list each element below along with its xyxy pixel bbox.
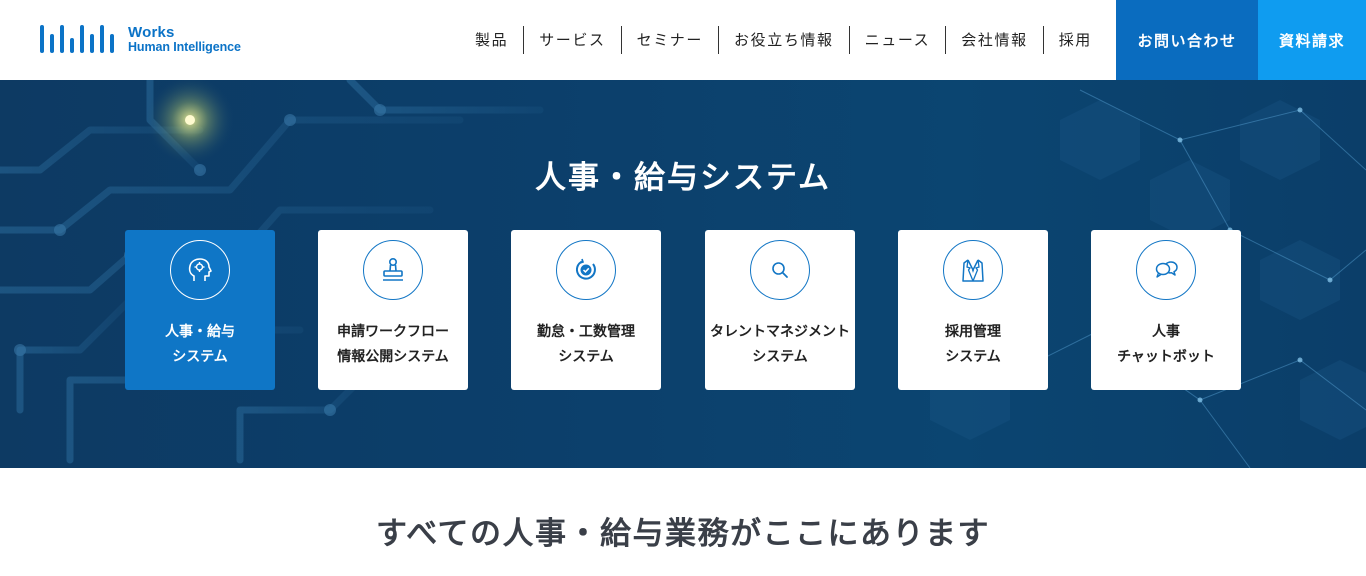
card-label-line1: 採用管理 — [945, 324, 1001, 340]
nav-item-company[interactable]: 会社情報 — [945, 26, 1042, 54]
card-label-line1: 人事・給与 — [165, 324, 235, 340]
brand-name: Works Human Intelligence — [128, 25, 241, 54]
hero-section: 人事・給与システム 人事・給与 システム 申請ワークフロー 情報公開システム 勤… — [0, 80, 1366, 468]
chat-bubbles-icon — [1155, 261, 1178, 278]
category-card-hr-payroll[interactable]: 人事・給与 システム — [125, 230, 275, 390]
category-card-talent[interactable]: タレントマネジメント システム — [705, 230, 855, 390]
logo-mark-icon — [40, 25, 114, 53]
brand-name-line1: Works — [128, 23, 175, 41]
stamp-icon — [383, 257, 403, 281]
request-docs-button[interactable]: 資料請求 — [1258, 0, 1366, 80]
brand-name-line2: Human Intelligence — [128, 39, 241, 54]
card-label-line2: システム — [172, 349, 228, 365]
section-title: すべての人事・給与業務がここにあります — [375, 516, 991, 552]
suit-icon — [962, 259, 984, 282]
card-label: 採用管理 システム — [898, 320, 1048, 370]
card-label-line2: システム — [945, 349, 1001, 365]
card-icon-circle — [170, 240, 230, 300]
nav-item-seminars[interactable]: セミナー — [620, 26, 718, 54]
card-icon-circle — [943, 240, 1003, 300]
site-header: Works Human Intelligence 製品 サービス セミナー お役… — [0, 0, 1366, 80]
card-icon-circle — [363, 240, 423, 300]
card-label: タレントマネジメント システム — [705, 320, 855, 370]
nav-item-news[interactable]: ニュース — [848, 26, 946, 54]
clock-check-icon — [575, 258, 596, 280]
card-icon-circle — [750, 240, 810, 300]
category-card-recruiting[interactable]: 採用管理 システム — [898, 230, 1048, 390]
nav-item-products[interactable]: 製品 — [460, 26, 523, 54]
card-label: 人事・給与 システム — [125, 320, 275, 370]
card-label: 勤怠・工数管理 システム — [511, 320, 661, 370]
main-nav: 製品 サービス セミナー お役立ち情報 ニュース 会社情報 採用 — [460, 26, 1107, 54]
card-label: 申請ワークフロー 情報公開システム — [318, 320, 468, 370]
category-card-chatbot[interactable]: 人事 チャットボット — [1091, 230, 1241, 390]
category-card-workflow[interactable]: 申請ワークフロー 情報公開システム — [318, 230, 468, 390]
category-card-attendance[interactable]: 勤怠・工数管理 システム — [511, 230, 661, 390]
nav-item-resources[interactable]: お役立ち情報 — [718, 26, 849, 54]
nav-item-services[interactable]: サービス — [523, 26, 620, 54]
contact-button[interactable]: お問い合わせ — [1116, 0, 1258, 80]
magnifier-icon — [772, 262, 788, 278]
head-gear-icon — [188, 258, 212, 281]
brand-logo[interactable]: Works Human Intelligence — [40, 22, 241, 56]
hero-title: 人事・給与システム — [534, 160, 832, 196]
nav-item-careers[interactable]: 採用 — [1042, 26, 1107, 54]
card-label: 人事 チャットボット — [1091, 320, 1241, 370]
card-label-line2: 情報公開システム — [337, 349, 449, 365]
card-label-line1: 勤怠・工数管理 — [537, 324, 635, 340]
card-label-line1: 人事 — [1152, 324, 1180, 340]
card-label-line2: システム — [752, 349, 808, 365]
card-icon-circle — [1136, 240, 1196, 300]
card-icon-circle — [556, 240, 616, 300]
card-label-line1: タレントマネジメント — [710, 324, 850, 340]
card-label-line2: チャットボット — [1117, 349, 1215, 365]
card-label-line1: 申請ワークフロー — [337, 324, 449, 340]
card-label-line2: システム — [558, 349, 614, 365]
